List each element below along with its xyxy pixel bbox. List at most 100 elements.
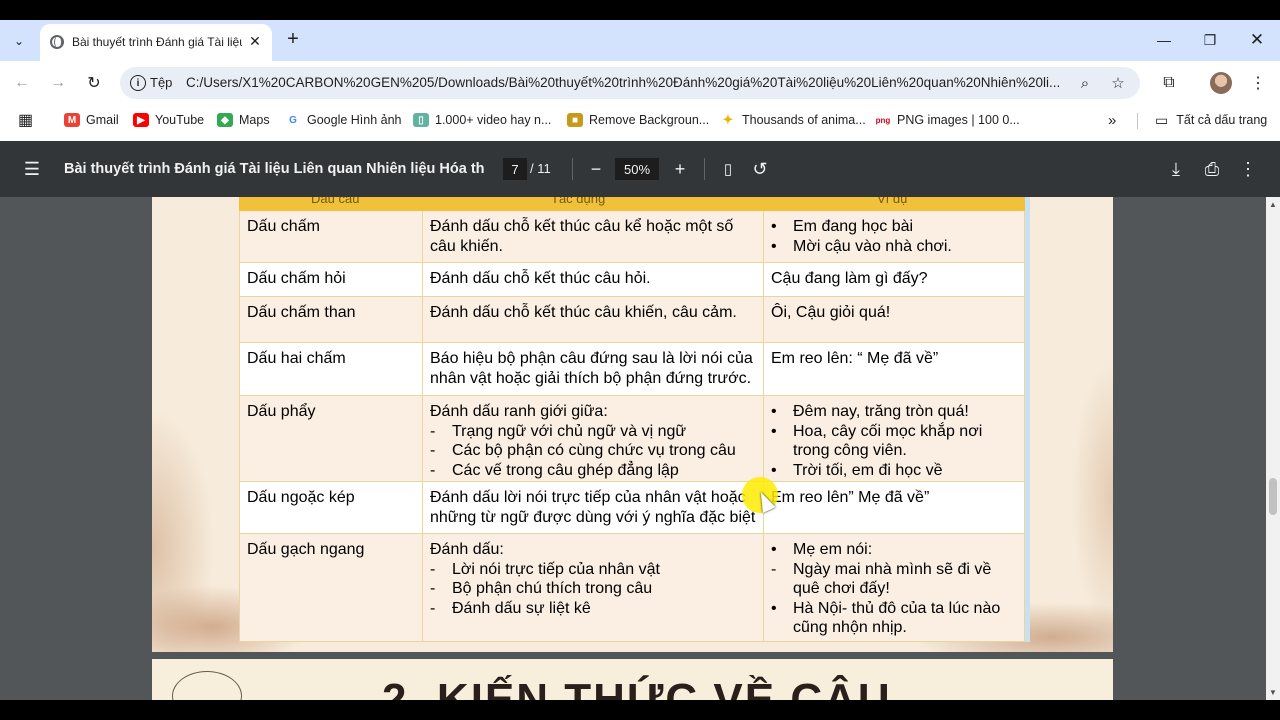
zoom-out-button[interactable]: − — [584, 157, 608, 181]
table-row: Dấu hai chấm Báo hiệu bộ phận câu đứng sa… — [239, 343, 1025, 396]
zoom-in-button[interactable]: + — [668, 157, 692, 181]
star-site-icon: ✦ — [720, 112, 736, 127]
example-text: Mẹ em nói: — [793, 541, 873, 558]
list-marker: • — [771, 403, 777, 420]
youtube-icon: ▶ — [133, 113, 149, 127]
effect-line: - Lời nói trực tiếp của nhân vật — [430, 560, 756, 580]
scroll-down-arrow[interactable]: ▼ — [1269, 688, 1277, 697]
address-bar[interactable]: i Tệp C:/Users/X1%20CARBON%20GEN%205/Dow… — [120, 67, 1140, 99]
table-header: Dấu câu Tác dụng Ví dụ — [239, 197, 1025, 211]
example-text: Hà Nội- thủ đô của ta lúc nào cũng nhộn … — [793, 599, 1001, 637]
new-tab-button[interactable]: + — [282, 28, 304, 50]
bookmark-google-images[interactable]: G Google Hình ảnh — [285, 111, 402, 129]
list-marker: - — [430, 442, 436, 459]
effect-cell: Báo hiệu bộ phận câu đứng sau là lời nói… — [423, 343, 764, 396]
effect-line: - Đánh dấu sự liệt kê — [430, 599, 756, 619]
minimize-button[interactable]: — — [1154, 30, 1174, 50]
divider — [1137, 113, 1138, 129]
example-cell: Ôi, Cậu giỏi quá! — [764, 297, 1025, 343]
close-tab-button[interactable]: ✕ — [246, 32, 264, 50]
example-line: • Trời tối, em đi học về — [771, 461, 1017, 481]
tab-strip: ⌄ Bài thuyết trình Đánh giá Tài liệu ✕ +… — [0, 20, 1280, 61]
scrollbar[interactable]: ▲ ▼ — [1266, 197, 1280, 700]
header-effect: Tác dụng — [551, 197, 606, 206]
globe-icon — [50, 35, 64, 49]
forward-button[interactable]: → — [46, 71, 70, 95]
example-line: Cậu đang làm gì đấy? — [771, 270, 928, 287]
zoom-icon[interactable]: ⌕ — [1075, 73, 1095, 93]
example-text: Em đang học bài — [793, 218, 914, 235]
example-line: • Em đang học bài — [771, 217, 1017, 237]
print-icon[interactable]: ⎙ — [1200, 157, 1224, 181]
punctuation-name-cell: Dấu gạch ngang — [239, 534, 423, 642]
back-button[interactable]: ← — [10, 71, 34, 95]
pdf-page: Dấu câu Tác dụng Ví dụ Dấu chấm Đánh dấu … — [152, 197, 1113, 652]
example-text: Ngày mai nhà mình sẽ đi về quê chơi đấy! — [793, 560, 992, 598]
divider — [704, 158, 705, 180]
zoom-input[interactable]: 50% — [615, 158, 659, 180]
next-pdf-page: 2. KIẾN THỨC VỀ CÂU — [152, 659, 1113, 700]
bookmark-label: 1.000+ video hay n... — [435, 113, 552, 127]
info-icon[interactable]: i — [130, 75, 146, 91]
scroll-up-arrow[interactable]: ▲ — [1269, 200, 1277, 209]
table-row: Dấu chấm Đánh dấu chỗ kết thúc câu kể hoặ… — [239, 211, 1025, 263]
example-cell: • Mẹ em nói: - Ngày mai nhà mình sẽ đi về q… — [764, 534, 1025, 642]
effect-list-item: Các vế trong câu ghép đẳng lập — [452, 461, 679, 479]
tab-search-button[interactable]: ⌄ — [6, 28, 32, 54]
effect-line: Đánh dấu lời nói trực tiếp của nhân vật … — [430, 489, 756, 526]
effect-line: Đánh dấu ranh giới giữa: — [430, 403, 608, 420]
bookmark-png[interactable]: png PNG images | 100 0... — [875, 111, 1020, 129]
bookmark-video[interactable]: ▯ 1.000+ video hay n... — [413, 111, 551, 129]
example-line: Em reo lên” Mẹ đã về” — [771, 489, 930, 506]
bookmark-maps[interactable]: ◆ Maps — [217, 111, 270, 129]
effect-line: Đánh dấu chỗ kết thúc câu hỏi. — [430, 270, 651, 287]
scrollbar-thumb[interactable] — [1269, 478, 1277, 515]
effect-line: Đánh dấu chỗ kết thúc câu kể hoặc một số… — [430, 218, 734, 255]
google-icon: G — [285, 113, 301, 127]
download-icon[interactable]: ⤓ — [1164, 157, 1188, 181]
punctuation-name-cell: Dấu chấm hỏi — [239, 263, 423, 297]
list-marker: • — [771, 237, 777, 255]
pdf-viewer[interactable]: Dấu câu Tác dụng Ví dụ Dấu chấm Đánh dấu … — [0, 197, 1280, 700]
file-chip: Tệp — [150, 75, 173, 90]
punctuation-name-cell: Dấu chấm than — [239, 297, 423, 343]
more-actions-icon[interactable]: ⋮ — [1236, 157, 1260, 181]
example-cell: Cậu đang làm gì đấy? — [764, 263, 1025, 297]
url-text[interactable]: C:/Users/X1%20CARBON%20GEN%205/Downloads… — [186, 75, 1062, 90]
bookmarks-bar: ▦ M Gmail ▶ YouTube ◆ Maps G Google Hình ảnh… — [0, 105, 1280, 135]
example-line: • Đêm nay, trăng tròn quá! — [771, 402, 1017, 422]
page-number-input[interactable]: 7 — [503, 158, 527, 180]
bookmark-remove-bg[interactable]: ■ Remove Backgroun... — [567, 111, 709, 129]
bookmark-youtube[interactable]: ▶ YouTube — [133, 111, 204, 129]
bookmark-label: PNG images | 100 0... — [897, 113, 1020, 127]
bookmark-star-icon[interactable]: ☆ — [1108, 73, 1128, 93]
all-bookmarks-button[interactable]: ▭ Tất cả dấu trang — [1155, 111, 1267, 129]
bookmark-thousands[interactable]: ✦ Thousands of anima... — [720, 111, 866, 129]
restore-button[interactable]: ❐ — [1200, 30, 1220, 50]
logo — [172, 671, 242, 700]
browser-tab[interactable]: Bài thuyết trình Đánh giá Tài liệu ✕ — [40, 24, 272, 61]
example-cell: • Em đang học bài • Mời cậu vào nhà chơi. — [764, 211, 1025, 263]
rotate-icon[interactable]: ↺ — [748, 157, 772, 181]
effect-line: - Trạng ngữ với chủ ngữ và vị ngữ — [430, 422, 756, 442]
example-text: Trời tối, em đi học về — [793, 461, 943, 479]
apps-icon[interactable]: ▦ — [18, 111, 33, 129]
effect-list-item: Lời nói trực tiếp của nhân vật — [452, 560, 660, 578]
extensions-icon[interactable]: ⧉ — [1158, 72, 1180, 94]
pdf-menu-icon[interactable]: ☰ — [20, 157, 44, 181]
more-bookmarks-icon[interactable]: » — [1108, 111, 1116, 129]
reload-button[interactable]: ↻ — [82, 71, 106, 95]
effect-line: Báo hiệu bộ phận câu đứng sau là lời nói… — [430, 350, 753, 387]
more-menu-icon[interactable]: ⋮ — [1247, 72, 1269, 94]
punctuation-name-cell: Dấu phẩy — [239, 396, 423, 482]
profile-avatar[interactable] — [1210, 72, 1232, 94]
bookmark-label: Maps — [239, 113, 270, 127]
close-window-button[interactable]: ✕ — [1247, 30, 1267, 50]
bookmark-gmail[interactable]: M Gmail — [64, 111, 119, 129]
gmail-icon: M — [64, 113, 80, 127]
example-cell: • Đêm nay, trăng tròn quá! • Hoa, cây cối m… — [764, 396, 1025, 482]
example-line: • Mẹ em nói: — [771, 540, 1017, 560]
effect-line: Đánh dấu chỗ kết thúc câu khiến, câu cảm… — [430, 304, 737, 321]
fit-page-icon[interactable]: ▯ — [716, 157, 740, 181]
list-marker: • — [771, 422, 777, 440]
